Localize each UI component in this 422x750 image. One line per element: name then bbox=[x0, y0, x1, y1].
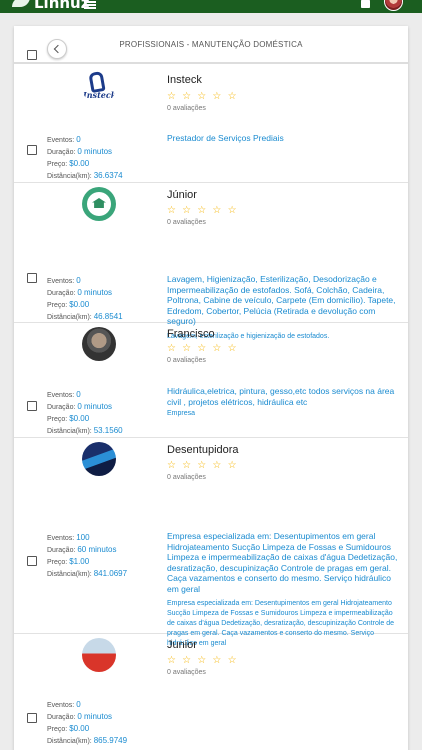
price-value: $0.00 bbox=[69, 159, 90, 168]
distance-value: 46.8541 bbox=[93, 312, 123, 321]
distance-value: 841.0697 bbox=[93, 569, 128, 578]
price-value: $0.00 bbox=[69, 724, 90, 733]
duration-label: Duração: bbox=[47, 149, 76, 156]
events-label: Eventos: bbox=[47, 392, 75, 399]
distance-label: Distância(km): bbox=[47, 571, 92, 578]
panel-title: PROFISSIONAIS - MANUTENÇÃO DOMÉSTICA bbox=[119, 40, 303, 49]
hamburger-menu-icon[interactable] bbox=[84, 1, 96, 9]
distance-value: 865.9749 bbox=[93, 736, 128, 745]
distance-label: Distância(km): bbox=[47, 428, 92, 435]
select-checkbox[interactable] bbox=[27, 401, 37, 411]
review-count: 0 avaliações bbox=[167, 219, 206, 226]
professional-name[interactable]: Junior bbox=[167, 639, 197, 651]
logo-wordmark: Insteck bbox=[83, 90, 116, 100]
app-title: Linnuz bbox=[34, 0, 90, 12]
events-label: Eventos: bbox=[47, 535, 75, 542]
service-subtitle: Empresa bbox=[167, 410, 196, 417]
review-count: 0 avaliações bbox=[167, 357, 206, 364]
professional-card-junior[interactable]: Júnior ☆ ☆ ☆ ☆ ☆ 0 avaliações Eventos: 0… bbox=[14, 183, 408, 340]
select-checkbox[interactable] bbox=[27, 556, 37, 566]
francisco-photo bbox=[82, 327, 116, 361]
duration-value: 0 minutos bbox=[77, 712, 113, 721]
events-label: Eventos: bbox=[47, 137, 75, 144]
service-description: Empresa especializada em: Desentupimento… bbox=[167, 531, 398, 594]
rating-stars[interactable]: ☆ ☆ ☆ ☆ ☆ bbox=[167, 655, 238, 666]
card-stats: Eventos: 0 Duração: 0 minutos Preço: $0.… bbox=[47, 275, 123, 323]
duration-value: 0 minutos bbox=[77, 402, 113, 411]
professional-card-francisco[interactable]: Francisco ☆ ☆ ☆ ☆ ☆ 0 avaliações Eventos… bbox=[14, 323, 408, 438]
brand-logo-icon bbox=[12, 0, 30, 7]
select-checkbox[interactable] bbox=[27, 273, 37, 283]
professional-card-junior-2[interactable]: Junior ☆ ☆ ☆ ☆ ☆ 0 avaliações Eventos: 0… bbox=[14, 634, 408, 750]
junior-logo bbox=[82, 187, 116, 221]
select-checkbox[interactable] bbox=[27, 713, 37, 723]
card-stats: Eventos: 0 Duração: 0 minutos Preço: $0.… bbox=[47, 134, 123, 182]
duration-label: Duração: bbox=[47, 547, 76, 554]
junior-photo bbox=[82, 638, 116, 672]
professional-name[interactable]: Desentupidora bbox=[167, 444, 239, 456]
distance-value: 53.1560 bbox=[93, 426, 123, 435]
events-value: 0 bbox=[76, 276, 81, 285]
rating-stars[interactable]: ☆ ☆ ☆ ☆ ☆ bbox=[167, 91, 238, 102]
professional-name[interactable]: Francisco bbox=[167, 328, 215, 340]
professional-card-insteck[interactable]: Insteck Insteck ☆ ☆ ☆ ☆ ☆ 0 avaliações E… bbox=[14, 64, 408, 183]
service-description: Prestador de Serviços Prediais bbox=[167, 133, 284, 143]
professional-name[interactable]: Insteck bbox=[167, 74, 202, 86]
select-checkbox[interactable] bbox=[27, 145, 37, 155]
price-value: $0.00 bbox=[69, 300, 90, 309]
price-value: $1.00 bbox=[69, 557, 90, 566]
distance-label: Distância(km): bbox=[47, 314, 92, 321]
professional-card-desentupidora[interactable]: Desentupidora ☆ ☆ ☆ ☆ ☆ 0 avaliações Eve… bbox=[14, 438, 408, 647]
price-label: Preço: bbox=[47, 726, 68, 733]
price-label: Preço: bbox=[47, 416, 68, 423]
duration-label: Duração: bbox=[47, 714, 76, 721]
review-count: 0 avaliações bbox=[167, 474, 206, 481]
professional-name[interactable]: Júnior bbox=[167, 189, 197, 201]
professionals-panel: PROFISSIONAIS - MANUTENÇÃO DOMÉSTICA Ins… bbox=[14, 26, 408, 750]
events-label: Eventos: bbox=[47, 702, 75, 709]
events-value: 0 bbox=[76, 390, 81, 399]
insteck-logo: Insteck bbox=[82, 70, 116, 104]
events-value: 0 bbox=[76, 135, 81, 144]
review-count: 0 avaliações bbox=[167, 669, 206, 676]
events-label: Eventos: bbox=[47, 278, 75, 285]
panel-header: PROFISSIONAIS - MANUTENÇÃO DOMÉSTICA bbox=[14, 26, 408, 64]
events-value: 0 bbox=[76, 700, 81, 709]
service-description: Hidráulica,eletrica, pintura, gesso,etc … bbox=[167, 386, 395, 407]
distance-label: Distância(km): bbox=[47, 738, 92, 745]
price-label: Preço: bbox=[47, 161, 68, 168]
events-value: 100 bbox=[76, 533, 90, 542]
user-avatar[interactable] bbox=[384, 0, 403, 11]
duration-value: 0 minutos bbox=[77, 288, 113, 297]
desentupidora-photo bbox=[82, 442, 116, 476]
duration-value: 60 minutos bbox=[77, 545, 117, 554]
card-stats: Eventos: 0 Duração: 0 minutos Preço: $0.… bbox=[47, 699, 127, 747]
top-app-bar: Linnuz bbox=[0, 0, 422, 13]
review-count: 0 avaliações bbox=[167, 105, 206, 112]
rating-stars[interactable]: ☆ ☆ ☆ ☆ ☆ bbox=[167, 460, 238, 471]
distance-label: Distância(km): bbox=[47, 173, 92, 180]
notification-bell-icon[interactable] bbox=[361, 0, 370, 8]
price-label: Preço: bbox=[47, 559, 68, 566]
service-description: Lavagem, Higienização, Esterilização, De… bbox=[167, 274, 396, 326]
duration-value: 0 minutos bbox=[77, 147, 113, 156]
price-value: $0.00 bbox=[69, 414, 90, 423]
select-all-checkbox[interactable] bbox=[27, 50, 37, 60]
duration-label: Duração: bbox=[47, 404, 76, 411]
duration-label: Duração: bbox=[47, 290, 76, 297]
price-label: Preço: bbox=[47, 302, 68, 309]
distance-value: 36.6374 bbox=[93, 171, 123, 180]
card-stats: Eventos: 0 Duração: 0 minutos Preço: $0.… bbox=[47, 389, 123, 437]
rating-stars[interactable]: ☆ ☆ ☆ ☆ ☆ bbox=[167, 343, 238, 354]
card-stats: Eventos: 100 Duração: 60 minutos Preço: … bbox=[47, 532, 127, 580]
rating-stars[interactable]: ☆ ☆ ☆ ☆ ☆ bbox=[167, 205, 238, 216]
